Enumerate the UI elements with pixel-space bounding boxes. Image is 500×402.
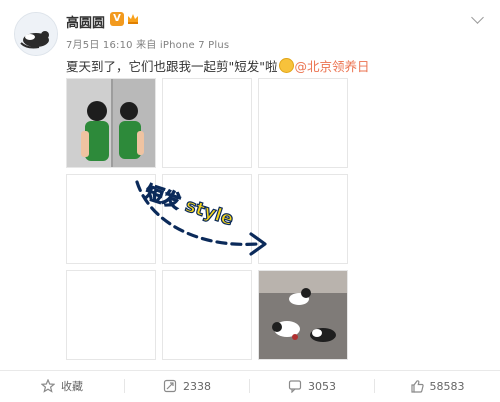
crown-icon [128,14,138,24]
comment-count: 3053 [308,379,336,393]
weibo-post-card: 高圆圆 V 7月5日 16:10 来自 iPhone 7 Plus 夏天到了，它… [0,0,500,402]
repost-action[interactable]: 2338 [125,371,249,401]
favorite-action[interactable]: 收藏 [0,371,124,401]
comment-icon [288,380,302,393]
grid-image-4[interactable] [66,174,156,264]
avatar-cat-illustration [15,13,57,55]
post-actions-bar: 收藏 2338 3053 58583 [0,370,500,402]
grid-image-8[interactable] [162,270,252,360]
repost-count: 2338 [183,379,211,393]
smile-emoji-icon [278,58,294,73]
repost-icon [163,379,177,393]
image-grid [66,78,348,360]
grid-image-1[interactable] [66,78,156,168]
grid-image-6[interactable] [258,174,348,264]
grid-image-3[interactable] [258,78,348,168]
star-icon [41,379,55,393]
like-count: 58583 [429,379,465,393]
user-avatar[interactable] [14,12,58,56]
thumbs-up-icon [410,380,424,393]
author-name[interactable]: 高圆圆 [66,12,105,31]
mention-link[interactable]: @北京领养日 [295,59,370,74]
post-text-body: 夏天到了，它们也跟我一起剪"短发"啦 [66,59,278,74]
grid-image-2[interactable] [162,78,252,168]
chevron-down-icon[interactable] [471,11,484,24]
vip-badge-icon: V [110,12,124,26]
post-text: 夏天到了，它们也跟我一起剪"短发"啦 @北京领养日 [66,56,370,75]
grid-image-7[interactable] [66,270,156,360]
favorite-label: 收藏 [61,380,83,393]
photo-cats [259,271,347,359]
comment-action[interactable]: 3053 [250,371,374,401]
grid-image-9[interactable] [258,270,348,360]
photo-girl-mirror [67,79,155,167]
grid-image-5[interactable] [162,174,252,264]
post-meta: 7月5日 16:10 来自 iPhone 7 Plus [66,40,230,51]
like-action[interactable]: 58583 [375,371,499,401]
